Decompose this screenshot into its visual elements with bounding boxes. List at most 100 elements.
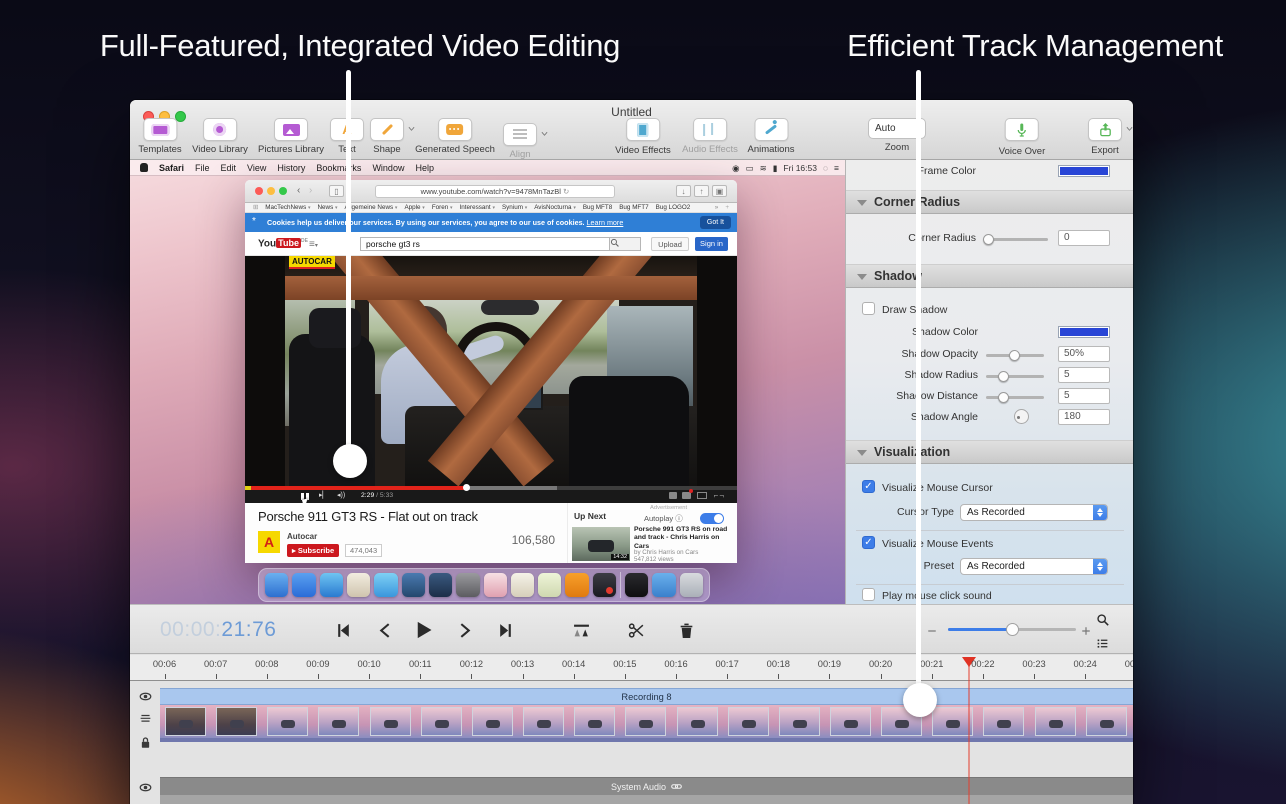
toolbar-button-video-effects[interactable]: Video Effects xyxy=(615,118,671,156)
corner-radius-slider[interactable] xyxy=(986,238,1048,241)
bookmark-item[interactable]: News ▾ xyxy=(318,204,338,211)
toolbar-button-templates[interactable]: Templates xyxy=(138,118,181,155)
seek-bar[interactable] xyxy=(245,486,737,490)
preset-select[interactable]: As Recorded xyxy=(960,558,1108,575)
timeline-search-button[interactable] xyxy=(1096,613,1109,626)
sign-in-button[interactable]: Sign in xyxy=(695,237,728,251)
toolbar-button-shape[interactable]: Shape xyxy=(370,118,404,155)
corner-radius-slider-knob[interactable] xyxy=(983,234,994,245)
split-clip-button[interactable] xyxy=(628,622,645,639)
toolbar-button-generated-speech[interactable]: Generated Speech xyxy=(415,118,495,155)
bookmark-item[interactable]: Interessant ▾ xyxy=(460,204,495,211)
jump-to-start-button[interactable] xyxy=(335,622,352,639)
screen-recorder-icon[interactable] xyxy=(593,573,616,597)
system-preferences-icon[interactable] xyxy=(456,573,479,597)
draw-shadow-checkbox[interactable] xyxy=(862,302,875,315)
toolbar-button-video-library[interactable]: Video Library xyxy=(192,118,248,155)
toolbar-button-animations[interactable]: Animations xyxy=(748,118,795,155)
audio-track-visibility-icon[interactable] xyxy=(139,781,152,794)
preview-icon[interactable] xyxy=(347,573,370,597)
track-lock-icon[interactable] xyxy=(139,736,152,749)
shadow-color-well[interactable] xyxy=(1058,326,1110,338)
shadow-radius-slider[interactable] xyxy=(986,375,1044,378)
seek-handle[interactable] xyxy=(463,484,470,491)
up-next-title[interactable]: Porsche 991 GT3 RS on road and track - C… xyxy=(634,526,734,551)
youtube-search-input[interactable]: porsche gt3 rs xyxy=(360,237,610,251)
corner-radius-field[interactable]: 0 xyxy=(1058,230,1110,246)
jump-to-end-button[interactable] xyxy=(497,622,514,639)
up-next-thumbnail[interactable]: 14:32 xyxy=(572,527,630,561)
shadow-section-header[interactable]: Shadow xyxy=(846,264,1133,288)
next-video-icon[interactable]: ▸▏ xyxy=(319,491,328,499)
shadow-opacity-slider-knob[interactable] xyxy=(1009,350,1020,361)
toolbar-button-pictures-library[interactable]: Pictures Library xyxy=(258,118,324,155)
play-button[interactable] xyxy=(414,620,434,640)
stickies-icon[interactable] xyxy=(538,573,561,597)
delete-button[interactable] xyxy=(678,622,695,639)
shadow-distance-slider[interactable] xyxy=(986,396,1044,399)
shadow-radius-field[interactable]: 5 xyxy=(1058,367,1110,383)
autoplay-toggle[interactable] xyxy=(700,513,724,524)
bookmark-item[interactable]: MacTechNews ▾ xyxy=(265,204,310,211)
safari-icon[interactable] xyxy=(320,573,343,597)
play-mouse-click-sound-checkbox[interactable] xyxy=(862,588,875,601)
settings-icon[interactable] xyxy=(669,492,677,499)
shadow-angle-field[interactable]: 180 xyxy=(1058,409,1110,425)
audio-clip[interactable]: System Audio xyxy=(160,777,1133,795)
youtube-search-button[interactable] xyxy=(609,237,641,251)
bookmark-item[interactable]: Bug MFT8 xyxy=(583,204,612,211)
timeline-ruler[interactable]: 00:0600:0700:0800:0900:1000:1100:1200:13… xyxy=(130,655,1133,681)
zoom-out-button[interactable] xyxy=(926,625,938,637)
subscribe-button[interactable]: ▸ Subscribe xyxy=(287,544,339,557)
channel-name[interactable]: Autocar xyxy=(287,532,317,541)
editing-canvas[interactable]: Safari FileEditViewHistoryBookmarksWindo… xyxy=(130,160,845,604)
theater-mode-icon[interactable] xyxy=(697,492,707,499)
bookmarks-overflow-icon[interactable]: » xyxy=(715,204,719,211)
photos-icon[interactable] xyxy=(484,573,507,597)
bookmark-item[interactable]: AvisNocturna ▾ xyxy=(534,204,576,211)
shadow-opacity-field[interactable]: 50% xyxy=(1058,346,1110,362)
timeline-zoom-slider[interactable] xyxy=(948,628,1076,631)
visualize-mouse-events-checkbox[interactable]: ✓ xyxy=(862,536,875,549)
marker-list-button[interactable] xyxy=(1096,637,1109,650)
add-marker-button[interactable] xyxy=(573,622,590,639)
next-frame-button[interactable] xyxy=(456,622,473,639)
video-player[interactable]: AUTOCAR xyxy=(245,256,737,486)
bookmark-item[interactable]: Allgemeine News ▾ xyxy=(345,204,398,211)
video-clip-header[interactable]: Recording 8 xyxy=(160,688,1133,705)
previous-frame-button[interactable] xyxy=(377,622,394,639)
xcode-icon[interactable] xyxy=(402,573,425,597)
fullscreen-icon[interactable]: ⌐¬ xyxy=(714,491,725,500)
bookmark-item[interactable]: Bug LOGO2 xyxy=(656,204,691,211)
upload-button[interactable]: Upload xyxy=(651,237,689,251)
shadow-distance-slider-knob[interactable] xyxy=(998,392,1009,403)
cursor-type-select[interactable]: As Recorded xyxy=(960,504,1108,521)
camera-icon[interactable] xyxy=(625,573,648,597)
new-tab-icon[interactable]: + xyxy=(725,204,729,211)
trash-icon[interactable] xyxy=(680,573,703,597)
finder-icon[interactable] xyxy=(265,573,288,597)
toolbar-button-export[interactable]: Export xyxy=(1088,118,1122,156)
toolbar-button-voice-over[interactable]: Voice Over xyxy=(999,118,1045,157)
visualize-mouse-cursor-checkbox[interactable]: ✓ xyxy=(862,480,875,493)
video-clip-filmstrip[interactable] xyxy=(160,705,1133,738)
zoom-in-button[interactable] xyxy=(1080,625,1092,637)
shadow-distance-field[interactable]: 5 xyxy=(1058,388,1110,404)
ibooks-icon[interactable] xyxy=(565,573,588,597)
track-options-icon[interactable] xyxy=(139,712,152,725)
visualization-section-header[interactable]: Visualization xyxy=(846,440,1133,464)
track-visibility-icon[interactable] xyxy=(139,690,152,703)
shadow-angle-dial[interactable] xyxy=(1014,409,1029,424)
messages-icon[interactable] xyxy=(374,573,397,597)
downloads-folder-icon[interactable] xyxy=(652,573,675,597)
bookmark-item[interactable]: Foren ▾ xyxy=(432,204,453,211)
bookmark-item[interactable]: Synium ▾ xyxy=(502,204,527,211)
cc-icon[interactable] xyxy=(682,492,691,499)
corner-radius-section-header[interactable]: Corner Radius xyxy=(846,190,1133,214)
got-it-button[interactable]: Got It xyxy=(700,216,731,229)
app-store-icon[interactable] xyxy=(292,573,315,597)
textedit-icon[interactable] xyxy=(511,573,534,597)
bookmark-item[interactable]: Bug MFT7 xyxy=(619,204,648,211)
learn-more-link[interactable]: Learn more xyxy=(587,218,624,227)
frame-color-well[interactable] xyxy=(1058,165,1110,177)
